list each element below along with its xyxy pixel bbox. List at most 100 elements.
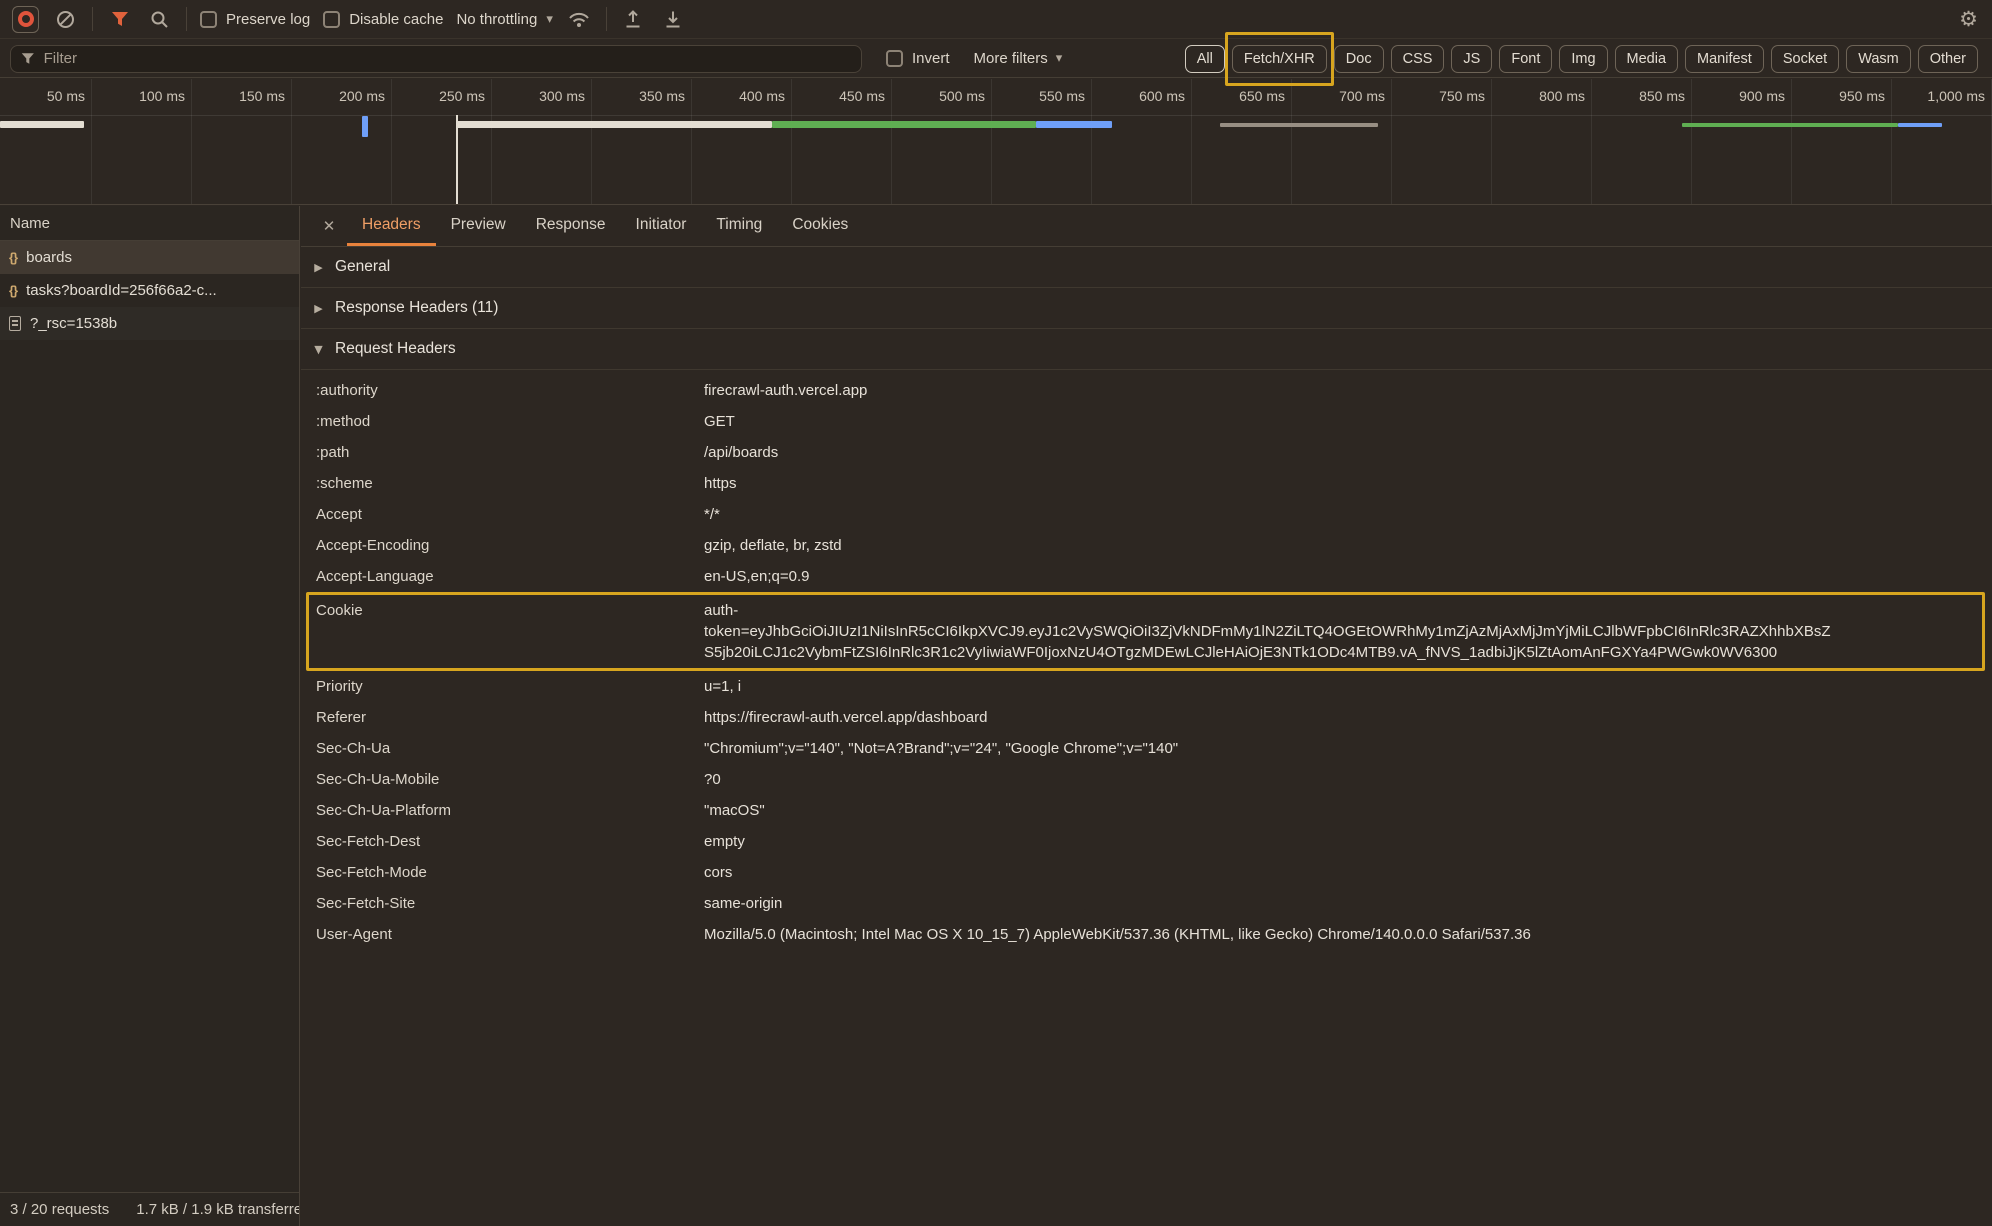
chevron-down-icon: ▾ [1056, 52, 1063, 65]
filter-chip-img[interactable]: Img [1559, 45, 1607, 73]
request-row-tasks-boardid-256f66a2-c[interactable]: {}tasks?boardId=256f66a2-c... [0, 274, 299, 307]
header-value: /api/boards [704, 442, 1976, 463]
request-row-rsc-1538b[interactable]: ?_rsc=1538b [0, 307, 299, 340]
header-name: User-Agent [316, 924, 704, 945]
header-name: Accept [316, 504, 704, 525]
preserve-log-checkbox[interactable] [200, 11, 217, 28]
filter-chip-wasm[interactable]: Wasm [1846, 45, 1911, 73]
settings-gear-icon[interactable]: ⚙ [1959, 9, 1978, 30]
disable-cache-checkbox[interactable] [323, 11, 340, 28]
timeline-overview[interactable]: 50 ms100 ms150 ms200 ms250 ms300 ms350 m… [0, 79, 1992, 205]
section-general[interactable]: ▶ General [301, 247, 1992, 288]
record-button[interactable] [12, 6, 39, 33]
filter-chip-doc[interactable]: Doc [1334, 45, 1384, 73]
filter-chip-fetch-xhr[interactable]: Fetch/XHR [1232, 45, 1327, 73]
header-name: Priority [316, 676, 704, 697]
disable-cache-label: Disable cache [349, 11, 443, 28]
funnel-icon [21, 52, 35, 65]
preserve-log-toggle[interactable]: Preserve log [200, 11, 310, 28]
request-name: boards [26, 249, 72, 266]
network-conditions-button[interactable] [566, 6, 593, 33]
timeline-gridline [1591, 79, 1592, 204]
transfer-size: 1.7 kB / 1.9 kB transferred [136, 1201, 299, 1218]
timeline-gridline [391, 79, 392, 204]
section-request-headers[interactable]: ▼Request Headers [301, 329, 1992, 370]
header-name: Sec-Fetch-Mode [316, 862, 704, 883]
request-list: {} boards {}tasks?boardId=256f66a2-c...?_r… [0, 241, 299, 340]
header-name: Accept-Language [316, 566, 704, 587]
header-row-sec-ch-ua-mobile: Sec-Ch-Ua-Mobile?0 [301, 764, 1992, 795]
filter-chip-js[interactable]: JS [1451, 45, 1492, 73]
name-column-header[interactable]: Name [0, 206, 299, 241]
filter-input[interactable] [44, 50, 851, 67]
chip-wrap: Other [1918, 45, 1978, 73]
tab-cookies[interactable]: Cookies [777, 206, 863, 246]
tab-response[interactable]: Response [521, 206, 621, 246]
search-button[interactable] [146, 6, 173, 33]
header-name: Sec-Ch-Ua-Mobile [316, 769, 704, 790]
timeline-tick-label: 900 ms [1701, 88, 1785, 104]
section-title: General [335, 258, 390, 276]
request-headers-list: :authorityfirecrawl-auth.vercel.app:meth… [301, 370, 1992, 1226]
clear-button[interactable] [52, 6, 79, 33]
timeline-gridline [491, 79, 492, 204]
export-har-button[interactable] [660, 6, 687, 33]
chip-wrap: All [1185, 45, 1225, 73]
filter-chip-font[interactable]: Font [1499, 45, 1552, 73]
filter-chip-manifest[interactable]: Manifest [1685, 45, 1764, 73]
filter-chip-socket[interactable]: Socket [1771, 45, 1839, 73]
header-row-priority: Priorityu=1, i [301, 671, 1992, 702]
triangle-right-icon: ▶ [312, 302, 325, 315]
chip-wrap: Img [1559, 45, 1607, 73]
disable-cache-toggle[interactable]: Disable cache [323, 11, 443, 28]
import-har-button[interactable] [620, 6, 647, 33]
header-value: empty [704, 831, 1976, 852]
toolbar-divider [92, 7, 93, 31]
timeline-tick-label: 500 ms [901, 88, 985, 104]
header-name: Sec-Fetch-Site [316, 893, 704, 914]
resource-filter-chips: AllFetch/XHRDocCSSJSFontImg MediaManifest… [1185, 45, 1978, 73]
request-row-boards[interactable]: {} boards [0, 241, 299, 274]
invert-filter-toggle[interactable]: Invert [886, 50, 950, 67]
waterfall-bar [1898, 123, 1942, 127]
header-name: Sec-Fetch-Dest [316, 831, 704, 852]
section-title: Request Headers [335, 340, 456, 358]
chip-wrap: Fetch/XHR [1232, 45, 1327, 73]
filter-chip-media[interactable]: Media [1615, 45, 1679, 73]
network-toolbar: Preserve log Disable cache No throttling… [0, 0, 1992, 39]
header-value: "Chromium";v="140", "Not=A?Brand";v="24"… [704, 738, 1976, 759]
header-row-accept: Accept*/* [301, 499, 1992, 530]
tab-preview[interactable]: Preview [436, 206, 521, 246]
filter-chip-css[interactable]: CSS [1391, 45, 1445, 73]
filter-input-box[interactable] [10, 45, 862, 73]
timeline-tick-label: 700 ms [1301, 88, 1385, 104]
waterfall-bar [0, 121, 84, 128]
close-icon[interactable]: ✕ [311, 206, 347, 246]
header-value: firecrawl-auth.vercel.app [704, 380, 1976, 401]
triangle-right-icon: ▶ [312, 261, 325, 274]
invert-checkbox[interactable] [886, 50, 903, 67]
chip-wrap: Font [1499, 45, 1552, 73]
filter-chip-other[interactable]: Other [1918, 45, 1978, 73]
tab-headers[interactable]: Headers [347, 206, 436, 246]
tab-initiator[interactable]: Initiator [621, 206, 702, 246]
throttling-dropdown[interactable]: No throttling ▾ [456, 11, 552, 28]
timeline-gridline [1291, 79, 1292, 204]
more-filters-dropdown[interactable]: More filters ▾ [974, 50, 1063, 67]
timeline-gridline [1691, 79, 1692, 204]
waterfall-bar [1036, 121, 1112, 128]
detail-tabs: HeadersPreviewResponseInitiatorTimingCoo… [347, 206, 863, 246]
braces-icon: {} [9, 250, 17, 265]
filter-toggle-button[interactable] [106, 6, 133, 33]
timeline-tick-label: 250 ms [401, 88, 485, 104]
filter-chip-all[interactable]: All [1185, 45, 1225, 73]
timeline-ruler-border [0, 115, 1992, 116]
more-filters-label: More filters [974, 50, 1048, 67]
header-value: https://firecrawl-auth.vercel.app/dashbo… [704, 707, 1976, 728]
timeline-gridline [1791, 79, 1792, 204]
section-response-headers-11[interactable]: ▶Response Headers (11) [301, 288, 1992, 329]
tab-timing[interactable]: Timing [701, 206, 777, 246]
timeline-tick-label: 750 ms [1401, 88, 1485, 104]
invert-label: Invert [912, 50, 950, 67]
request-detail-pane: ✕ HeadersPreviewResponseInitiatorTimingC… [301, 206, 1992, 1226]
